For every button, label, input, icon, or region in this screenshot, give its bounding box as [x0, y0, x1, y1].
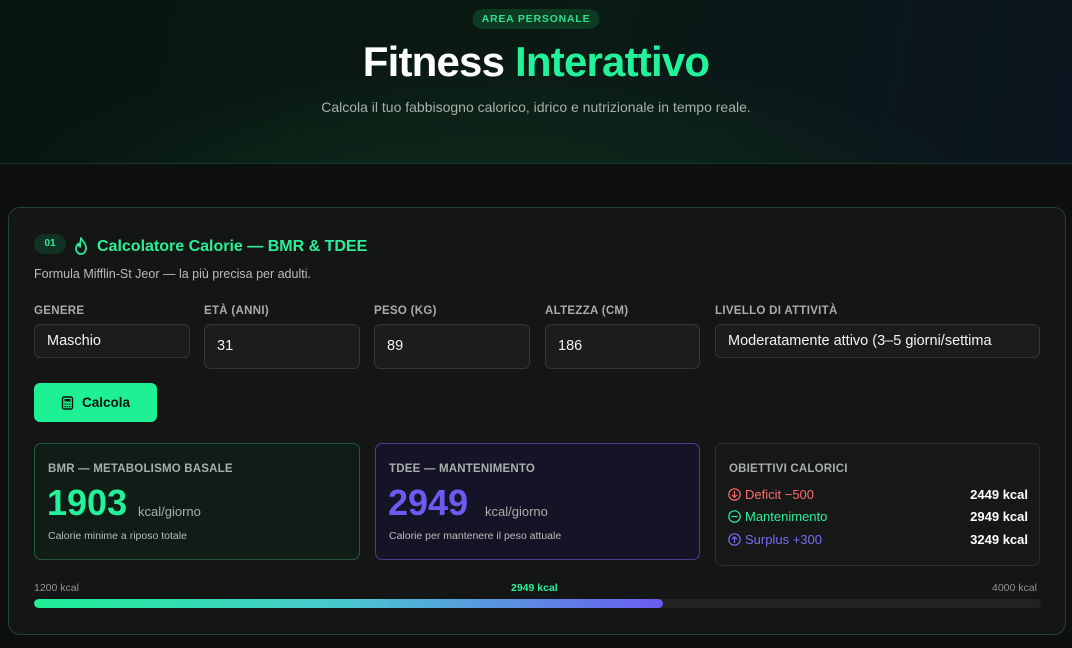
page-subtitle: Calcola il tuo fabbisogno calorico, idri…: [321, 99, 751, 115]
hero-header: AREA PERSONALE Fitness Interattivo Calco…: [0, 0, 1072, 164]
activity-select[interactable]: Moderatamente attivo (3–5 giorni/settima: [715, 324, 1040, 358]
calorie-goals-card: OBIETTIVI CALORICI Deficit −500 2449 kca…: [715, 443, 1040, 566]
flame-icon: [75, 237, 87, 255]
goal-value: 2949 kcal: [970, 509, 1028, 524]
calorie-calculator-card: 01 Calcolatore Calorie — BMR & TDEE Form…: [8, 207, 1066, 635]
range-max-label: 4000 kcal: [992, 582, 1037, 594]
tdee-unit: kcal/giorno: [485, 504, 548, 519]
age-input[interactable]: 31: [204, 324, 360, 369]
calculator-subtitle: Formula Mifflin-St Jeor — la più precisa…: [34, 267, 311, 281]
bmr-unit: kcal/giorno: [138, 504, 201, 519]
tdee-label: TDEE — MANTENIMENTO: [389, 463, 536, 475]
height-label: ALTEZZA (CM): [545, 305, 629, 317]
goals-label: OBIETTIVI CALORICI: [729, 463, 848, 475]
step-badge: 01: [34, 234, 66, 254]
bmr-value: 1903: [47, 482, 128, 523]
area-badge: AREA PERSONALE: [472, 9, 600, 29]
tdee-value: 2949: [388, 482, 469, 523]
calorie-range-fill: [34, 599, 664, 608]
weight-label: PESO (KG): [374, 305, 437, 317]
range-current-label: 2949 kcal: [511, 582, 558, 594]
goal-row-surplus: Surplus +300 3249 kcal: [728, 531, 1028, 549]
goal-row-deficit: Deficit −500 2449 kcal: [728, 486, 1028, 504]
goal-name: Deficit −500: [745, 487, 815, 502]
calculator-icon: [61, 395, 74, 410]
goal-value: 2449 kcal: [970, 487, 1028, 502]
calculate-button[interactable]: Calcola: [34, 383, 157, 422]
goal-name: Surplus +300: [745, 532, 822, 547]
goal-value: 3249 kcal: [970, 532, 1028, 547]
tdee-caption: Calorie per mantenere il peso attuale: [389, 530, 562, 542]
tdee-card: TDEE — MANTENIMENTO 2949 kcal/giorno Cal…: [375, 443, 700, 560]
minus-circle-icon: [728, 510, 741, 523]
calculator-title: Calcolatore Calorie — BMR & TDEE: [97, 238, 368, 255]
arrow-up-circle-icon: [728, 533, 741, 546]
goal-row-maintenance: Mantenimento 2949 kcal: [728, 508, 1028, 526]
age-label: ETÀ (ANNI): [204, 305, 269, 317]
calculate-button-label: Calcola: [81, 395, 131, 410]
activity-label: LIVELLO DI ATTIVITÀ: [715, 305, 838, 317]
height-input[interactable]: 186: [545, 324, 700, 369]
weight-input[interactable]: 89: [374, 324, 530, 369]
page-title: Fitness Interattivo: [0, 38, 1072, 86]
title-main: Fitness: [362, 38, 505, 85]
calorie-range-bar: [34, 599, 1041, 608]
bmr-card: BMR — METABOLISMO BASALE 1903 kcal/giorn…: [34, 443, 360, 560]
bmr-caption: Calorie minime a riposo totale: [48, 530, 187, 542]
gender-label: GENERE: [34, 305, 85, 317]
arrow-down-circle-icon: [728, 488, 741, 501]
gender-select[interactable]: Maschio: [34, 324, 190, 358]
title-accent: Interattivo: [515, 38, 710, 85]
bmr-label: BMR — METABOLISMO BASALE: [48, 463, 233, 475]
goal-name: Mantenimento: [745, 509, 828, 524]
range-min-label: 1200 kcal: [34, 582, 79, 594]
